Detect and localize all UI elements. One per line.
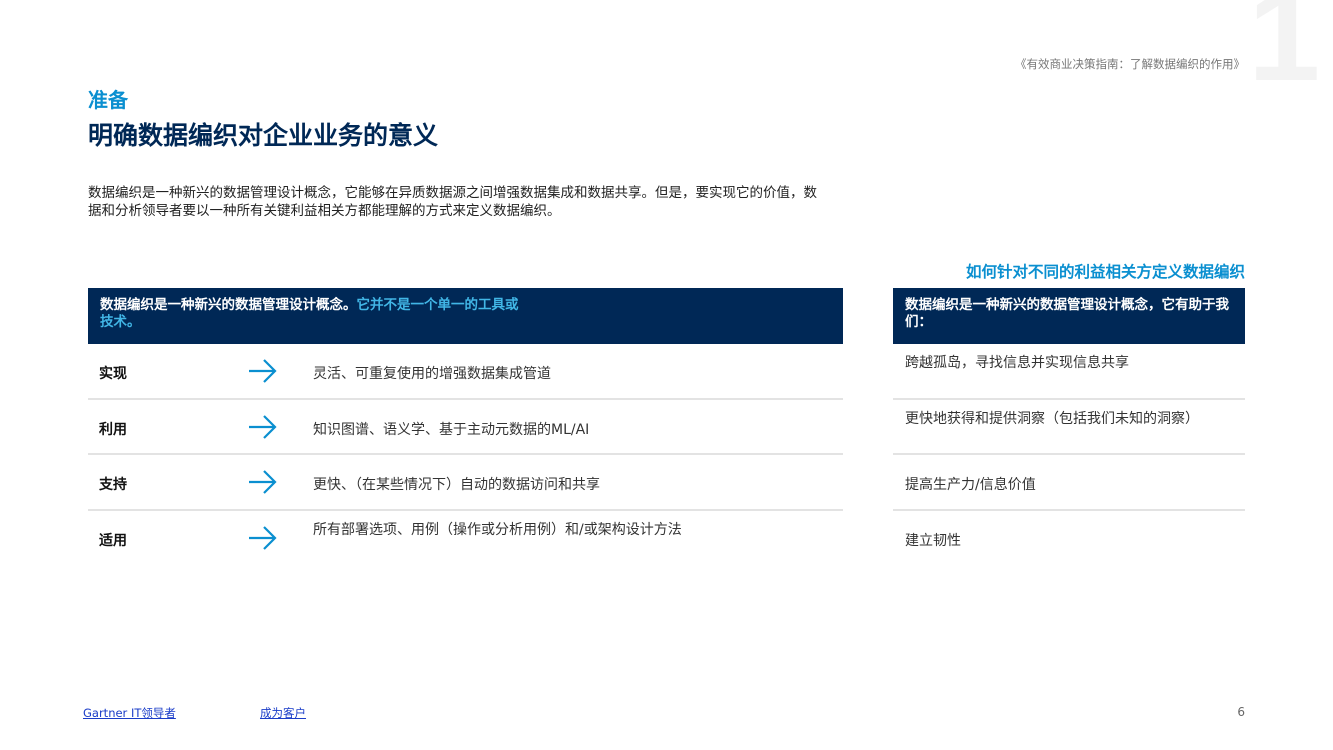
right-table-header: 数据编织是一种新兴的数据管理设计概念，它有助于我们：	[893, 288, 1245, 344]
gartner-it-leaders-link[interactable]: Gartner IT领导者	[83, 705, 176, 721]
arrow-right-icon	[249, 470, 277, 494]
arrow-right-icon	[249, 414, 277, 439]
table-row: 更快地获得和提供洞察（包括我们未知的洞察）	[893, 400, 1245, 455]
arrow-right-icon	[249, 525, 277, 550]
table-row: 提高生产力/信息价值	[893, 455, 1245, 511]
row-key: 实现	[99, 366, 127, 382]
intro-paragraph: 数据编织是一种新兴的数据管理设计概念，它能够在异质数据源之间增强数据集成和数据共…	[88, 185, 817, 219]
row-value: 所有部署选项、用例（操作或分析用例）和/或架构设计方法	[313, 521, 682, 538]
table-row: 建立韧性	[893, 511, 1245, 567]
right-table: 跨越孤岛，寻找信息并实现信息共享 更快地获得和提供洞察（包括我们未知的洞察） 提…	[893, 344, 1245, 566]
row-value: 知识图谱、语义学、基于主动元数据的ML/AI	[313, 421, 590, 438]
arrow-right-icon	[249, 359, 277, 383]
document-title: 《有效商业决策指南：了解数据编织的作用》	[1015, 57, 1245, 71]
row-value: 建立韧性	[905, 532, 961, 549]
table-row: 利用 知识图谱、语义学、基于主动元数据的ML/AI	[88, 400, 843, 455]
row-value: 更快、（在某些情况下）自动的数据访问和共享	[313, 477, 600, 493]
right-table-title: 如何针对不同的利益相关方定义数据编织	[965, 263, 1245, 281]
row-key: 支持	[99, 477, 127, 493]
left-table: 实现 灵活、可重复使用的增强数据集成管道 利用 知识图谱、语义学、基于主动元数据的M…	[88, 344, 843, 566]
left-table-header: 数据编织是一种新兴的数据管理设计概念。它并不是一个单一的工具或技术。	[88, 288, 843, 344]
row-value: 提高生产力/信息价值	[905, 477, 1036, 493]
row-key: 适用	[99, 532, 127, 549]
become-client-link[interactable]: 成为客户	[260, 705, 306, 721]
table-row: 跨越孤岛，寻找信息并实现信息共享	[893, 344, 1245, 400]
table-row: 实现 灵活、可重复使用的增强数据集成管道	[88, 344, 843, 400]
row-key: 利用	[99, 421, 127, 438]
section-kicker: 准备	[88, 88, 128, 112]
page-number: 6	[1237, 705, 1245, 719]
row-value: 更快地获得和提供洞察（包括我们未知的洞察）	[905, 410, 1199, 427]
row-value: 跨越孤岛，寻找信息并实现信息共享	[905, 355, 1129, 371]
table-row: 适用 所有部署选项、用例（操作或分析用例）和/或架构设计方法	[88, 511, 843, 567]
page-title: 明确数据编织对企业业务的意义	[88, 121, 439, 150]
header-plain: 数据编织是一种新兴的数据管理设计概念。	[100, 297, 357, 313]
section-number: 1	[1248, 0, 1321, 108]
row-value: 灵活、可重复使用的增强数据集成管道	[313, 366, 551, 382]
table-row: 支持 更快、（在某些情况下）自动的数据访问和共享	[88, 455, 843, 511]
